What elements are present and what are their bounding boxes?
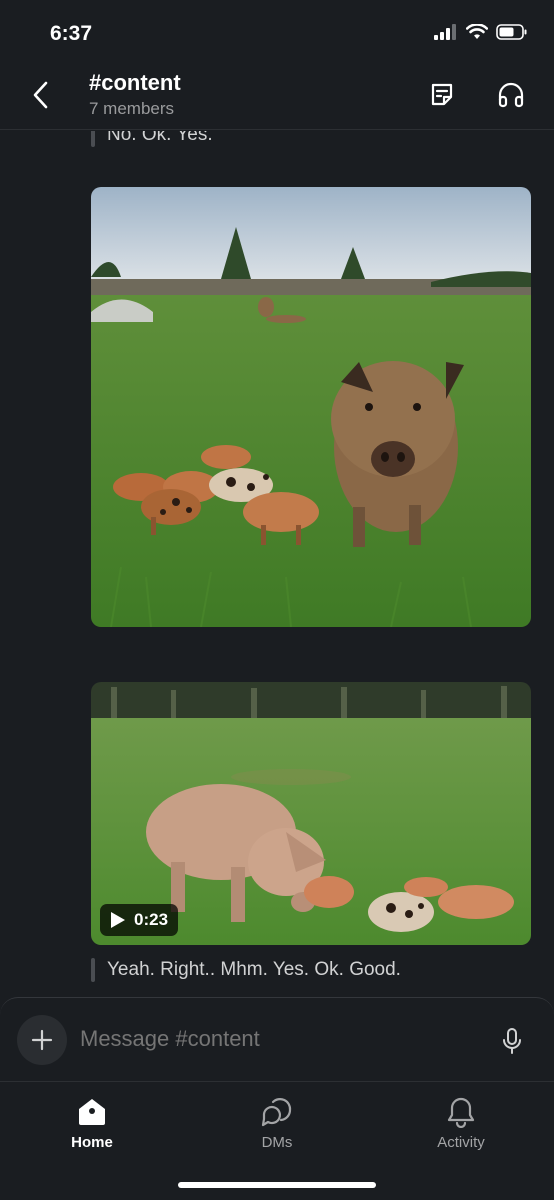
home-icon <box>74 1094 110 1130</box>
voice-record-button[interactable] <box>500 1026 524 1056</box>
message-feed[interactable]: No. Ok. Yes. 0:23 Yeah. Right.. Mhm. Yes… <box>0 131 554 997</box>
message-quote: Yeah. Right.. Mhm. Yes. Ok. Good. <box>91 958 401 982</box>
cellular-signal-icon <box>434 24 456 40</box>
quote-bar <box>91 131 95 147</box>
message-text: No. Ok. Yes. <box>107 131 213 145</box>
wifi-icon <box>466 24 488 39</box>
huddle-button[interactable] <box>496 80 526 110</box>
tab-label: DMs <box>261 1134 293 1151</box>
status-time: 6:37 <box>50 22 93 45</box>
add-attachment-button[interactable] <box>17 1015 67 1065</box>
message-video[interactable]: 0:23 <box>91 682 531 945</box>
message-quote: No. Ok. Yes. <box>91 131 213 147</box>
plus-icon <box>31 1029 53 1051</box>
battery-icon <box>496 24 527 40</box>
microphone-icon <box>503 1028 521 1054</box>
message-text: Yeah. Right.. Mhm. Yes. Ok. Good. <box>107 959 401 980</box>
channel-header: #content 7 members <box>0 64 554 130</box>
message-composer <box>0 997 554 1081</box>
back-button[interactable] <box>26 78 56 112</box>
channel-name[interactable]: #content <box>89 70 181 96</box>
tab-activity[interactable]: Activity <box>401 1094 521 1151</box>
back-chevron-icon <box>33 81 48 109</box>
canvas-note-icon <box>431 83 453 106</box>
tab-label: Activity <box>437 1134 485 1151</box>
pig-photo <box>91 187 531 627</box>
tab-home[interactable]: Home <box>32 1094 152 1151</box>
tab-label: Home <box>71 1134 113 1151</box>
dms-icon <box>259 1094 295 1130</box>
headphones-huddle-icon <box>498 82 524 108</box>
play-icon <box>111 912 125 928</box>
tab-dms[interactable]: DMs <box>217 1094 337 1151</box>
quote-bar <box>91 958 95 982</box>
message-input[interactable] <box>80 1026 460 1052</box>
home-indicator[interactable] <box>178 1182 376 1188</box>
bell-icon <box>443 1094 479 1130</box>
canvas-button[interactable] <box>427 80 457 110</box>
status-bar: 6:37 <box>0 0 554 64</box>
video-duration-badge[interactable]: 0:23 <box>100 904 179 936</box>
member-count[interactable]: 7 members <box>89 99 174 119</box>
status-icons <box>434 24 528 40</box>
message-image[interactable] <box>91 187 531 627</box>
video-duration: 0:23 <box>134 910 169 929</box>
